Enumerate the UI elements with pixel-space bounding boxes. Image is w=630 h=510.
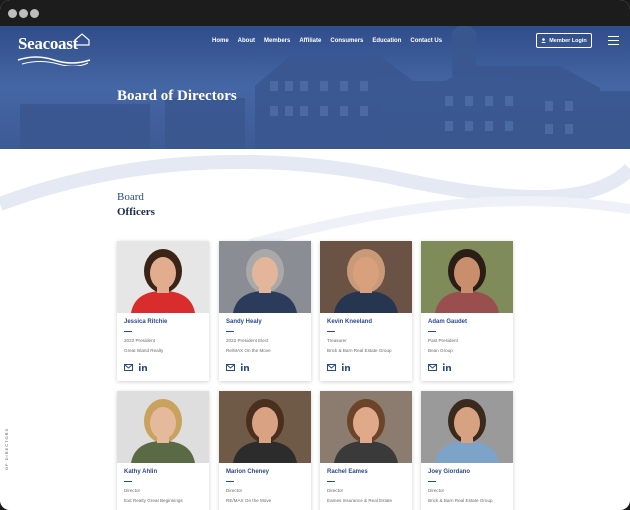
member-contact-links — [428, 363, 451, 371]
window-dot-icon[interactable] — [30, 9, 39, 18]
name-underline — [428, 481, 436, 483]
member-company: Bean Group — [428, 348, 453, 353]
hamburger-menu-icon[interactable] — [608, 36, 619, 46]
nav-about[interactable]: About — [238, 38, 255, 44]
member-company: Re/MAX On the Move — [226, 348, 271, 353]
member-company: Brick & Barn Real Estate Group — [327, 348, 392, 353]
window-titlebar — [0, 0, 630, 26]
nav-education[interactable]: Education — [372, 38, 401, 44]
name-underline — [327, 481, 335, 483]
member-card[interactable]: Rachel Eames Director Eames Insurance & Re… — [320, 391, 412, 510]
main-content: Board Officers Jessica Ritchie 2022 Presi… — [0, 149, 630, 510]
nav-contact-us[interactable]: Contact Us — [410, 38, 442, 44]
member-name: Jessica Ritchie — [124, 319, 168, 325]
linkedin-icon[interactable] — [443, 363, 451, 371]
member-contact-links — [327, 363, 350, 371]
member-card[interactable]: Joey Giordano Director Brick & Barn Real E… — [421, 391, 513, 510]
member-photo — [219, 241, 311, 313]
member-card[interactable]: Sandy Healy 2022 President Elect Re/MAX On… — [219, 241, 311, 381]
nav-affiliate[interactable]: Affiliate — [299, 38, 321, 44]
member-name: Rachel Eames — [327, 469, 368, 475]
member-photo — [320, 391, 412, 463]
member-card[interactable]: Marion Cheney Director RE/MAX On the Move — [219, 391, 311, 510]
name-underline — [124, 331, 132, 333]
main-nav: Home About Members Affiliate Consumers E… — [212, 38, 451, 44]
browser-window: Seacoast Home About Members Affiliate Co… — [0, 0, 630, 510]
name-underline — [327, 331, 335, 333]
member-role: Director — [327, 488, 344, 493]
logo-house-icon — [74, 33, 90, 46]
member-login-label: Member Login — [549, 37, 587, 44]
member-name: Marion Cheney — [226, 469, 270, 475]
section-title: Officers — [117, 206, 155, 218]
member-role: Treasurer — [327, 338, 347, 343]
hero-banner: Seacoast Home About Members Affiliate Co… — [0, 26, 630, 149]
name-underline — [226, 331, 234, 333]
member-company: Great Island Realty — [124, 348, 164, 353]
email-icon[interactable] — [124, 363, 133, 371]
nav-consumers[interactable]: Consumers — [330, 38, 363, 44]
member-card[interactable]: Jessica Ritchie 2022 President Great Islan… — [117, 241, 209, 381]
member-company: Exit Realty Great Beginnings — [124, 498, 183, 503]
window-dot-icon[interactable] — [19, 9, 28, 18]
linkedin-icon[interactable] — [139, 363, 147, 371]
linkedin-icon[interactable] — [241, 363, 249, 371]
member-card[interactable]: Adam Gaudet Past President Bean Group — [421, 241, 513, 381]
member-name: Joey Giordano — [428, 469, 471, 475]
member-login-button[interactable]: Member Login — [536, 33, 592, 48]
email-icon[interactable] — [327, 363, 336, 371]
site-logo[interactable]: Seacoast — [18, 34, 78, 54]
member-name: Kevin Kneeland — [327, 319, 373, 325]
member-contact-links — [226, 363, 249, 371]
member-photo — [320, 241, 412, 313]
member-photo — [117, 241, 209, 313]
member-photo — [421, 241, 513, 313]
email-icon[interactable] — [226, 363, 235, 371]
name-underline — [428, 331, 436, 333]
member-role: 2022 President Elect — [226, 338, 269, 343]
member-name: Kathy Ahlin — [124, 469, 158, 475]
member-role: Director — [124, 488, 141, 493]
member-contact-links — [124, 363, 147, 371]
side-vertical-label: OF DIRECTORS — [4, 427, 9, 470]
member-photo — [219, 391, 311, 463]
nav-members[interactable]: Members — [264, 38, 290, 44]
member-name: Sandy Healy — [226, 319, 262, 325]
member-role: Director — [226, 488, 243, 493]
member-card[interactable]: Kathy Ahlin Director Exit Realty Great Beg… — [117, 391, 209, 510]
member-company: Brick & Barn Real Estate Group — [428, 498, 493, 503]
member-photo — [117, 391, 209, 463]
nav-home[interactable]: Home — [212, 38, 229, 44]
window-dot-icon[interactable] — [8, 9, 17, 18]
email-icon[interactable] — [428, 363, 437, 371]
linkedin-icon[interactable] — [342, 363, 350, 371]
logo-wave-icon — [17, 56, 91, 66]
page-title: Board of Directors — [117, 88, 237, 104]
member-photo — [421, 391, 513, 463]
member-company: Eames Insurance & Real Estate — [327, 498, 393, 503]
user-icon — [541, 38, 547, 43]
name-underline — [124, 481, 132, 483]
name-underline — [226, 481, 234, 483]
member-role: 2022 President — [124, 338, 155, 343]
member-company: RE/MAX On the Move — [226, 498, 272, 503]
member-card[interactable]: Kevin Kneeland Treasurer Brick & Barn Real… — [320, 241, 412, 381]
decorative-wave — [0, 154, 630, 249]
member-role: Past President — [428, 338, 458, 343]
member-name: Adam Gaudet — [428, 319, 468, 325]
member-role: Director — [428, 488, 445, 493]
section-subtitle: Board — [117, 191, 144, 203]
